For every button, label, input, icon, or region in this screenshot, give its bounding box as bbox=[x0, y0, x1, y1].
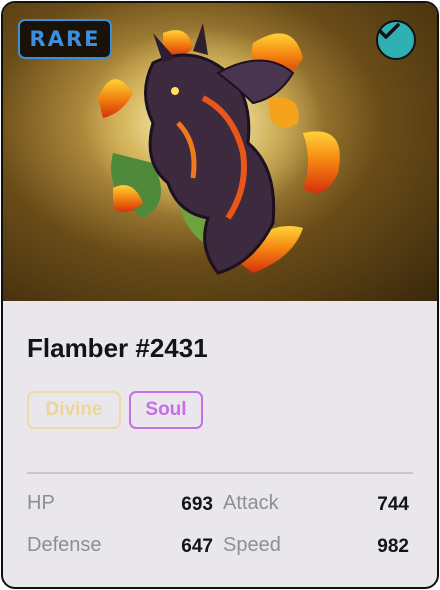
creature-card[interactable]: RARE Flamber #2431 Divine Soul HP 693 At… bbox=[1, 1, 439, 589]
rarity-badge: RARE bbox=[18, 19, 112, 59]
tag-soul: Soul bbox=[129, 391, 203, 429]
stats-divider bbox=[27, 472, 413, 474]
stat-value-defense: 647 bbox=[181, 536, 213, 557]
creature-artwork: RARE bbox=[3, 3, 437, 301]
stat-label-attack: Attack bbox=[223, 492, 279, 514]
stat-label-speed: Speed bbox=[223, 534, 281, 556]
stat-value-attack: 744 bbox=[377, 494, 409, 515]
tag-divine: Divine bbox=[27, 391, 121, 429]
card-info-panel: Flamber #2431 Divine Soul HP 693 Attack … bbox=[3, 301, 437, 587]
checkmark-glyph bbox=[378, 23, 400, 39]
checkmark-icon[interactable] bbox=[376, 20, 416, 60]
stat-label-hp: HP bbox=[27, 492, 55, 514]
stat-value-hp: 693 bbox=[181, 494, 213, 515]
stat-value-speed: 982 bbox=[377, 536, 409, 557]
stat-label-defense: Defense bbox=[27, 534, 102, 556]
creature-name: Flamber #2431 bbox=[27, 333, 208, 363]
